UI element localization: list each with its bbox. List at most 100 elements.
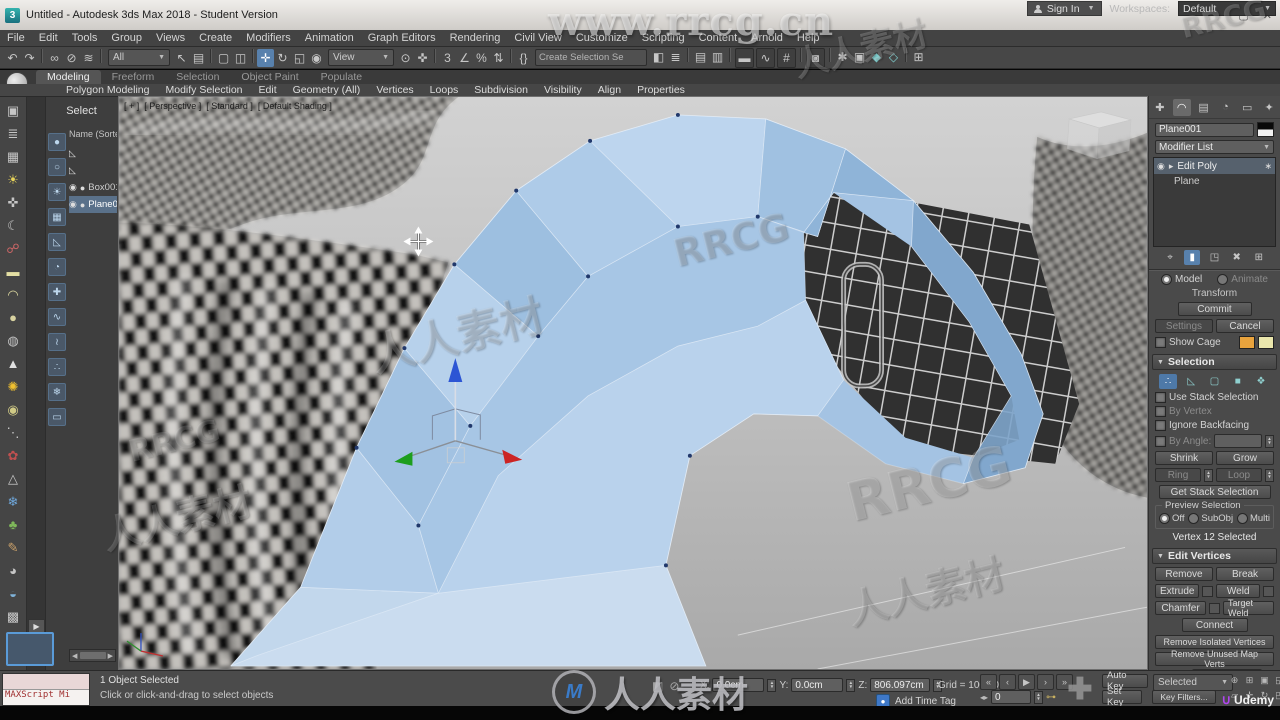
eye-icon[interactable]: ◉ bbox=[69, 199, 77, 210]
viewport-layout-icon[interactable]: ▣ bbox=[2, 99, 24, 122]
display-cameras-icon[interactable]: ◔ bbox=[48, 258, 66, 276]
display-shapes-icon[interactable]: ◺ bbox=[48, 233, 66, 251]
grid-array-icon[interactable]: ▦ bbox=[2, 145, 24, 168]
snowflake-icon[interactable]: ❄ bbox=[2, 490, 24, 513]
menu-item[interactable]: Edit bbox=[32, 30, 65, 46]
make-unique-icon[interactable]: ◳ bbox=[1206, 250, 1222, 265]
display-geometry-icon[interactable]: ▦ bbox=[48, 208, 66, 226]
x-coordinate-field[interactable]: 0.0cm bbox=[712, 678, 765, 692]
select-and-place-icon[interactable]: ◉ bbox=[308, 49, 325, 67]
list-item[interactable]: ◺ bbox=[69, 162, 117, 179]
ribbon-tab-freeform[interactable]: Freeform bbox=[101, 70, 166, 84]
material-editor-icon[interactable]: ◙ bbox=[806, 47, 825, 68]
menu-item[interactable]: Group bbox=[104, 30, 149, 46]
cage-color-swatch[interactable] bbox=[1239, 336, 1255, 349]
explorer-horizontal-scrollbar[interactable]: ◀ ▶ bbox=[69, 649, 116, 662]
workspace-select[interactable]: Default ▼ bbox=[1178, 1, 1276, 16]
expand-arrow-icon[interactable]: ▸ bbox=[1169, 161, 1174, 172]
ribbon-tab-object-paint[interactable]: Object Paint bbox=[230, 70, 309, 84]
object-color-swatch[interactable] bbox=[1257, 122, 1274, 137]
next-frame-icon[interactable]: › bbox=[1037, 674, 1054, 690]
ribbon-panel-item[interactable]: Subdivision bbox=[466, 84, 536, 96]
viewcube[interactable] bbox=[1066, 111, 1133, 160]
polygon-subobject-icon[interactable]: ■ bbox=[1229, 374, 1247, 389]
select-by-name-icon[interactable]: ▤ bbox=[190, 49, 207, 67]
spinner-icon[interactable]: ▲▼ bbox=[1265, 434, 1274, 448]
preview-off-radio[interactable]: Off bbox=[1159, 513, 1185, 524]
display-none-icon[interactable]: ○ bbox=[48, 158, 66, 176]
cage-selected-color-swatch[interactable] bbox=[1258, 336, 1274, 349]
ribbon-panel-item[interactable]: Geometry (All) bbox=[285, 84, 369, 96]
current-frame-field[interactable]: 0 bbox=[991, 690, 1032, 704]
menu-item[interactable]: Create bbox=[192, 30, 239, 46]
menu-item[interactable]: Help bbox=[790, 30, 827, 46]
sphere-yellow-icon[interactable]: ◉ bbox=[2, 398, 24, 421]
display-lights-icon[interactable]: ☀ bbox=[48, 183, 66, 201]
by-angle-field[interactable] bbox=[1214, 434, 1262, 448]
ribbon-panel-item[interactable]: Edit bbox=[251, 84, 285, 96]
ribbon-panel-item[interactable]: Align bbox=[590, 84, 629, 96]
menu-item[interactable]: Scripting bbox=[635, 30, 692, 46]
animate-radio[interactable]: Animate bbox=[1217, 274, 1268, 285]
orbit-icon[interactable]: ↻ bbox=[1258, 689, 1271, 702]
tab-hierarchy-icon[interactable]: ▤ bbox=[1195, 99, 1213, 116]
edge-subobject-icon[interactable]: ◺ bbox=[1182, 374, 1200, 389]
plane-primitive-icon[interactable]: ▬ bbox=[2, 260, 24, 283]
maximize-viewport-icon[interactable]: ◰ bbox=[1273, 689, 1280, 702]
grow-button[interactable]: Grow bbox=[1216, 451, 1274, 465]
menu-item[interactable]: Customize bbox=[569, 30, 635, 46]
ribbon-tab-modeling[interactable]: Modeling bbox=[36, 70, 101, 84]
loop-button[interactable]: Loop bbox=[1216, 468, 1262, 482]
redo-icon[interactable]: ↷ bbox=[21, 49, 38, 67]
rain-icon[interactable]: ⋱ bbox=[2, 421, 24, 444]
cone-primitive-icon[interactable]: ▲ bbox=[2, 352, 24, 375]
zoom-icon[interactable]: ⊕ bbox=[1228, 674, 1241, 687]
menu-item[interactable]: Content bbox=[692, 30, 745, 46]
plant-icon[interactable]: ♣ bbox=[2, 513, 24, 536]
tab-utilities-icon[interactable]: ✦ bbox=[1260, 99, 1278, 116]
key-icon[interactable]: ⊶ bbox=[1046, 692, 1056, 703]
use-pivot-point-center-icon[interactable]: ⊙ bbox=[397, 49, 414, 67]
viewport-shading-menu[interactable]: [ Default Shading ] bbox=[258, 101, 332, 111]
zoom-extents-icon[interactable]: ▣ bbox=[1258, 674, 1271, 687]
reference-coordinate-select[interactable]: View ▼ bbox=[328, 49, 394, 66]
eye-icon[interactable]: ◉ bbox=[1157, 161, 1165, 172]
stack-options-icon[interactable]: ∗ bbox=[1264, 161, 1272, 172]
ribbon-toggle-icon[interactable]: ▬ bbox=[735, 47, 754, 68]
ribbon-panel-item[interactable]: Visibility bbox=[536, 84, 590, 96]
model-radio[interactable]: Model bbox=[1161, 274, 1202, 285]
zoom-all-icon[interactable]: ⊞ bbox=[1243, 674, 1256, 687]
ring-button[interactable]: Ring bbox=[1155, 468, 1201, 482]
menu-item[interactable]: Arnold bbox=[744, 30, 790, 46]
scrollbar-thumb[interactable] bbox=[79, 652, 106, 659]
z-coordinate-field[interactable]: 806.097cm bbox=[870, 678, 931, 692]
viewport-view-menu[interactable]: [ Perspective ] bbox=[144, 101, 201, 111]
menu-item[interactable]: File bbox=[0, 30, 32, 46]
list-item-box001[interactable]: ◉ ● Box001 bbox=[69, 179, 117, 196]
object-name-field[interactable]: Plane001 bbox=[1155, 122, 1254, 137]
perspective-viewport[interactable]: [ + ] [ Perspective ] [ Standard ] [ Def… bbox=[118, 96, 1148, 670]
curve-editor-icon[interactable]: ∿ bbox=[756, 47, 775, 68]
select-and-rotate-icon[interactable]: ↻ bbox=[274, 49, 291, 67]
dome-primitive-icon[interactable]: ◠ bbox=[2, 283, 24, 306]
remove-unused-map-verts-button[interactable]: Remove Unused Map Verts bbox=[1155, 649, 1274, 669]
shrink-button[interactable]: Shrink bbox=[1155, 451, 1213, 465]
preview-subobj-radio[interactable]: SubObj bbox=[1188, 513, 1233, 524]
menu-item[interactable]: Tools bbox=[65, 30, 105, 46]
unlink-selection-icon[interactable]: ⊘ bbox=[63, 49, 80, 67]
explorer-splitter[interactable] bbox=[27, 97, 46, 670]
show-cage-checkbox[interactable] bbox=[1155, 337, 1166, 348]
commit-button[interactable]: Commit bbox=[1177, 302, 1252, 316]
remove-button[interactable]: Remove bbox=[1155, 567, 1213, 581]
sign-in-button[interactable]: Sign In ▼ bbox=[1026, 1, 1102, 16]
go-to-start-icon[interactable]: « bbox=[980, 674, 997, 690]
ribbon-panel-item[interactable]: Properties bbox=[629, 84, 693, 96]
display-all-icon[interactable]: ● bbox=[48, 133, 66, 151]
settings-button[interactable]: Settings bbox=[1155, 319, 1213, 333]
pattern-icon[interactable]: ▩ bbox=[2, 605, 24, 628]
by-vertex-checkbox[interactable] bbox=[1155, 406, 1166, 417]
tab-modify-icon[interactable]: ◠ bbox=[1172, 98, 1191, 116]
schematic-view-icon[interactable]: # bbox=[777, 47, 796, 68]
spinner-icon[interactable]: ▲▼ bbox=[846, 678, 856, 692]
selection-filter-select[interactable]: All ▼ bbox=[108, 49, 170, 66]
